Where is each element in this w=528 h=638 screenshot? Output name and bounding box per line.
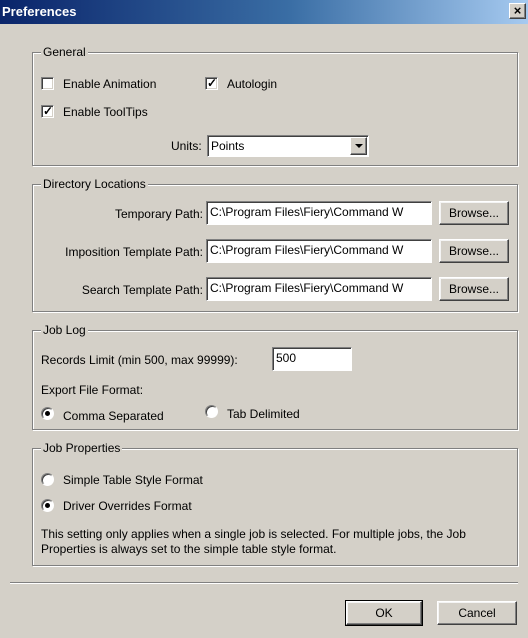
autologin-checkbox[interactable]: ✓ (205, 76, 218, 90)
chevron-down-icon (355, 144, 363, 148)
radio-selected-dot (45, 503, 50, 508)
search-template-browse-button[interactable]: Browse... (439, 277, 509, 301)
comma-separated-label[interactable]: Comma Separated (63, 409, 164, 423)
imposition-template-path-input[interactable]: C:\Program Files\Fiery\Command W (206, 239, 432, 263)
simple-table-format-label[interactable]: Simple Table Style Format (63, 473, 203, 487)
enable-animation-label[interactable]: Enable Animation (63, 77, 156, 91)
records-limit-label: Records Limit (min 500, max 99999): (41, 353, 238, 367)
close-icon: × (513, 3, 522, 18)
driver-overrides-format-radio[interactable] (41, 499, 54, 512)
search-template-path-label: Search Template Path: (81, 283, 203, 297)
enable-tooltips-label[interactable]: Enable ToolTips (63, 105, 148, 119)
temporary-path-label: Temporary Path: (114, 207, 203, 221)
enable-animation-checkbox[interactable] (41, 77, 54, 90)
general-group: General Enable Animation ✓ Autologin ✓ E… (32, 45, 518, 166)
imposition-template-browse-button[interactable]: Browse... (439, 239, 509, 263)
radio-selected-dot (45, 411, 50, 416)
job-log-legend: Job Log (41, 323, 88, 337)
job-log-group: Job Log Records Limit (min 500, max 9999… (32, 323, 518, 430)
footer-separator (10, 582, 518, 584)
title-bar[interactable]: Preferences × (0, 0, 528, 24)
comma-separated-radio[interactable] (41, 407, 54, 420)
checkmark-icon: ✓ (43, 104, 54, 118)
tab-delimited-label[interactable]: Tab Delimited (227, 407, 300, 421)
general-legend: General (41, 45, 88, 59)
close-button[interactable]: × (509, 3, 526, 19)
checkmark-icon: ✓ (207, 76, 218, 90)
job-properties-legend: Job Properties (41, 441, 123, 455)
search-template-path-input[interactable]: C:\Program Files\Fiery\Command W (206, 277, 432, 301)
enable-tooltips-checkbox[interactable]: ✓ (41, 104, 54, 118)
driver-overrides-format-label[interactable]: Driver Overrides Format (63, 499, 192, 513)
preferences-dialog: Preferences × General Enable Animation ✓… (0, 0, 528, 638)
units-dropdown-button[interactable] (350, 137, 367, 155)
records-limit-input[interactable]: 500 (272, 347, 352, 371)
imposition-template-path-label: Imposition Template Path: (65, 245, 203, 259)
export-format-label: Export File Format: (41, 383, 144, 397)
ok-button[interactable]: OK (345, 600, 423, 626)
job-properties-group: Job Properties Simple Table Style Format… (32, 441, 518, 566)
cancel-button[interactable]: Cancel (437, 601, 517, 625)
simple-table-format-radio[interactable] (41, 473, 54, 486)
window-title: Preferences (2, 4, 77, 19)
units-label: Units: (171, 139, 202, 153)
units-select[interactable]: Points (207, 135, 369, 157)
autologin-label[interactable]: Autologin (227, 77, 277, 91)
directory-locations-legend: Directory Locations (41, 177, 148, 191)
units-value: Points (211, 139, 245, 153)
tab-delimited-radio[interactable] (205, 405, 218, 418)
temporary-path-input[interactable]: C:\Program Files\Fiery\Command W (206, 201, 432, 225)
temporary-path-browse-button[interactable]: Browse... (439, 201, 509, 225)
job-properties-note: This setting only applies when a single … (41, 527, 466, 556)
directory-locations-group: Directory Locations Temporary Path: C:\P… (32, 177, 518, 312)
